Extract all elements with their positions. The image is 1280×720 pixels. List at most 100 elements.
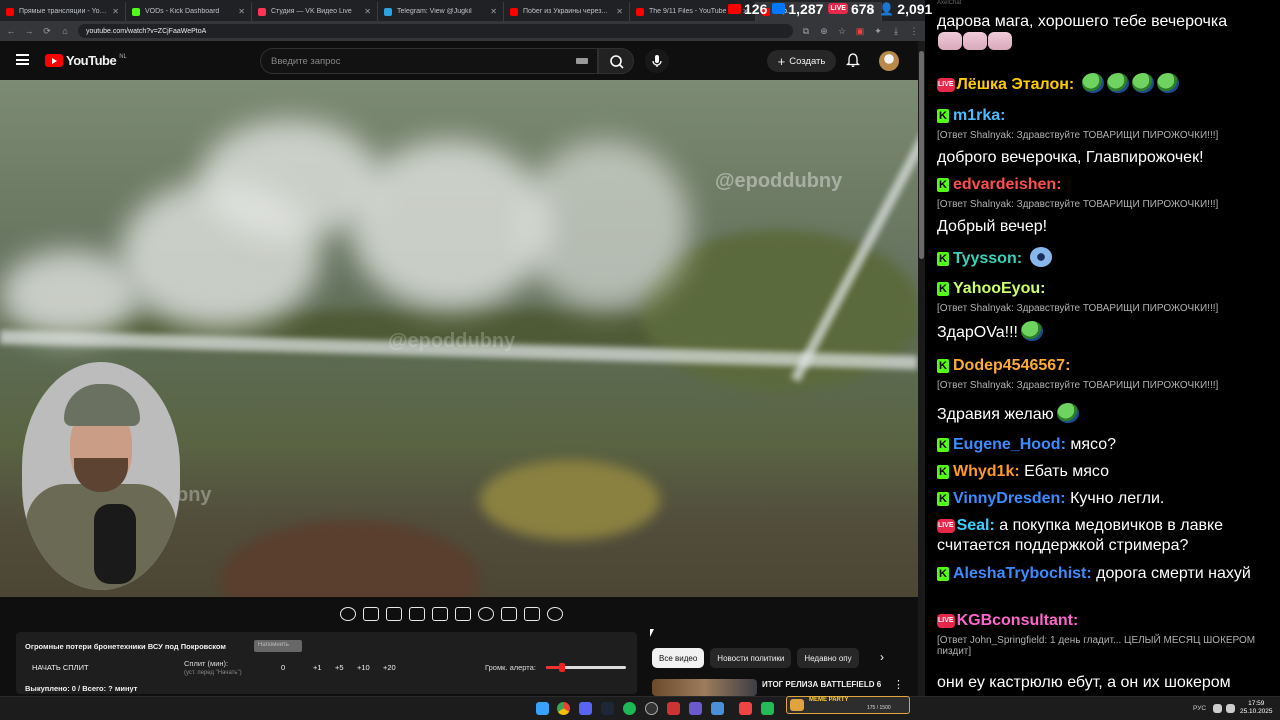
tab-close-icon[interactable]: ✕ — [112, 7, 119, 16]
tab-close-icon[interactable]: ✕ — [364, 7, 371, 16]
browser-tab[interactable]: VODs - Kick Dashboard ✕ — [126, 2, 252, 21]
clip-icon[interactable] — [455, 607, 471, 621]
zoom-icon[interactable]: ⊕ — [819, 26, 829, 37]
clock-time: 17:59 — [1248, 700, 1265, 707]
split-value[interactable]: 0 — [281, 663, 285, 672]
recommendation-thumbnail[interactable] — [652, 679, 757, 696]
picture-in-picture-icon[interactable] — [432, 607, 448, 621]
live-badge-icon: LIVE — [937, 519, 955, 533]
chip-politics[interactable]: Новости политики — [710, 648, 792, 668]
chat-reply-quote: [Ответ Shalnyak: Здравствуйте ТОВАРИЩИ П… — [937, 130, 1219, 141]
volume-icon[interactable] — [1226, 704, 1235, 713]
settings-gear-icon[interactable] — [547, 607, 563, 621]
share-icon[interactable]: ⧉ — [801, 26, 811, 37]
chat-username[interactable]: Лёшка Эталон: — [957, 76, 1075, 93]
chat-username[interactable]: AleshaTrybochist: — [953, 565, 1092, 582]
chip-recent[interactable]: Недавно опу — [797, 648, 859, 668]
search-button[interactable] — [598, 48, 634, 74]
chat-username[interactable]: Eugene_Hood: — [953, 436, 1066, 453]
browser-tab[interactable]: Побег из Украины через... ✕ — [504, 2, 630, 21]
kick-badge-icon: K — [937, 252, 949, 266]
loop-icon[interactable] — [340, 607, 356, 621]
youtube-play-icon — [45, 54, 63, 67]
chat-message: K AleshaTrybochist: дорога смерти нахуй — [937, 564, 1272, 584]
chat-username[interactable]: VinnyDresden: — [953, 490, 1066, 507]
broadcast-icon[interactable] — [363, 607, 379, 621]
chat-username[interactable]: YahooEyou: — [953, 280, 1045, 297]
notifications-bell-icon[interactable] — [846, 53, 860, 68]
app-icon[interactable] — [689, 702, 702, 715]
forward-icon[interactable]: → — [24, 26, 34, 36]
clock[interactable]: 17:59 25.10.2025 — [1240, 700, 1273, 716]
chat-username[interactable]: Dodep4546567: — [953, 357, 1070, 374]
chat-message: K Tyysson: — [937, 247, 1272, 269]
browser-menu-icon[interactable]: ⋮ — [909, 26, 919, 37]
discord-icon[interactable] — [579, 702, 592, 715]
radio-icon[interactable] — [386, 607, 402, 621]
frog-emote-icon — [1106, 73, 1129, 93]
increment-button[interactable]: +1 — [313, 663, 322, 672]
browser-tab[interactable]: Студия — VK Видео Live ✕ — [252, 2, 378, 21]
increment-button[interactable]: +10 — [357, 663, 370, 672]
meme-party-widget[interactable]: MEME PARTY 175 / 1500 — [786, 696, 910, 714]
obs-icon[interactable] — [645, 702, 658, 715]
create-button[interactable]: + Создать — [767, 50, 836, 72]
chat-reply-quote: [Ответ John_Springfield: 1 день гладит..… — [937, 635, 1256, 657]
video-player[interactable]: @epoddubny @epoddubny bny — [0, 80, 918, 597]
chat-username[interactable]: m1rka: — [953, 107, 1005, 124]
input-language[interactable]: РУС — [1193, 705, 1206, 712]
account-avatar[interactable] — [879, 51, 899, 71]
url-field[interactable]: youtube.com/watch?v=ZCjFaaWePtoA — [78, 24, 793, 38]
keyboard-icon[interactable] — [576, 58, 588, 64]
alert-volume-slider[interactable] — [546, 663, 626, 672]
page-scrollbar[interactable] — [918, 41, 925, 696]
app-icon[interactable] — [739, 702, 752, 715]
app-icon[interactable] — [667, 702, 680, 715]
chevron-right-icon[interactable]: › — [880, 650, 884, 664]
chat-username[interactable]: Whyd1k: — [953, 463, 1020, 480]
browser-tab[interactable]: Telegram: View @Jugkil ✕ — [378, 2, 504, 21]
create-label: Создать — [789, 55, 826, 67]
search-icon — [610, 55, 624, 69]
browser-tab[interactable]: Прямые трансляции - YouTube ✕ — [0, 2, 126, 21]
home-icon[interactable]: ⌂ — [60, 26, 70, 36]
steam-icon[interactable] — [601, 702, 614, 715]
spotify-icon[interactable] — [623, 702, 636, 715]
search-input[interactable]: Введите запрос — [260, 48, 598, 74]
reload-icon[interactable]: ⟳ — [42, 26, 52, 37]
clapperboard-icon[interactable] — [409, 607, 425, 621]
start-split-button[interactable]: НАЧАТЬ СПЛИТ — [32, 663, 89, 672]
bookmark-star-icon[interactable]: ☆ — [837, 26, 847, 37]
app-icon[interactable] — [761, 702, 774, 715]
chrome-icon[interactable] — [557, 702, 570, 715]
extension-icon[interactable]: ▣ — [855, 26, 865, 37]
wifi-icon[interactable] — [1213, 704, 1222, 713]
more-options-icon[interactable]: ⋮ — [893, 678, 904, 691]
increment-button[interactable]: +20 — [383, 663, 396, 672]
chat-username[interactable]: Seal: — [957, 517, 995, 534]
camera-icon[interactable] — [524, 607, 540, 621]
increment-button[interactable]: +5 — [335, 663, 344, 672]
youtube-logo[interactable]: YouTube NL — [45, 53, 127, 68]
download-icon[interactable]: ⤓ — [891, 26, 901, 37]
scrollbar-thumb[interactable] — [919, 51, 924, 259]
speed-gauge-icon[interactable] — [478, 607, 494, 621]
hamburger-menu-icon[interactable] — [16, 54, 29, 65]
add-icon[interactable] — [501, 607, 517, 621]
voice-search-button[interactable] — [645, 49, 669, 73]
back-icon[interactable]: ← — [6, 26, 16, 36]
chat-username[interactable]: KGBconsultant: — [957, 612, 1079, 629]
tab-close-icon[interactable]: ✕ — [616, 7, 623, 16]
remind-chip[interactable]: Напомнить — [254, 640, 302, 652]
volume-thumb[interactable] — [559, 663, 565, 672]
app-icon[interactable] — [711, 702, 724, 715]
tab-close-icon[interactable]: ✕ — [490, 7, 497, 16]
chat-username[interactable]: edvardeishen: — [953, 176, 1061, 193]
chip-all[interactable]: Все видео — [652, 648, 705, 668]
tab-close-icon[interactable]: ✕ — [238, 7, 245, 16]
chat-message: K YahooEyou: — [937, 279, 1272, 299]
recommendation-title[interactable]: ИТОГ РЕЛИЗА BATTLEFIELD 6 — [762, 680, 881, 689]
chat-username[interactable]: Tyysson: — [953, 250, 1022, 267]
extensions-puzzle-icon[interactable]: ✦ — [873, 26, 883, 37]
windows-start-icon[interactable] — [536, 702, 549, 715]
